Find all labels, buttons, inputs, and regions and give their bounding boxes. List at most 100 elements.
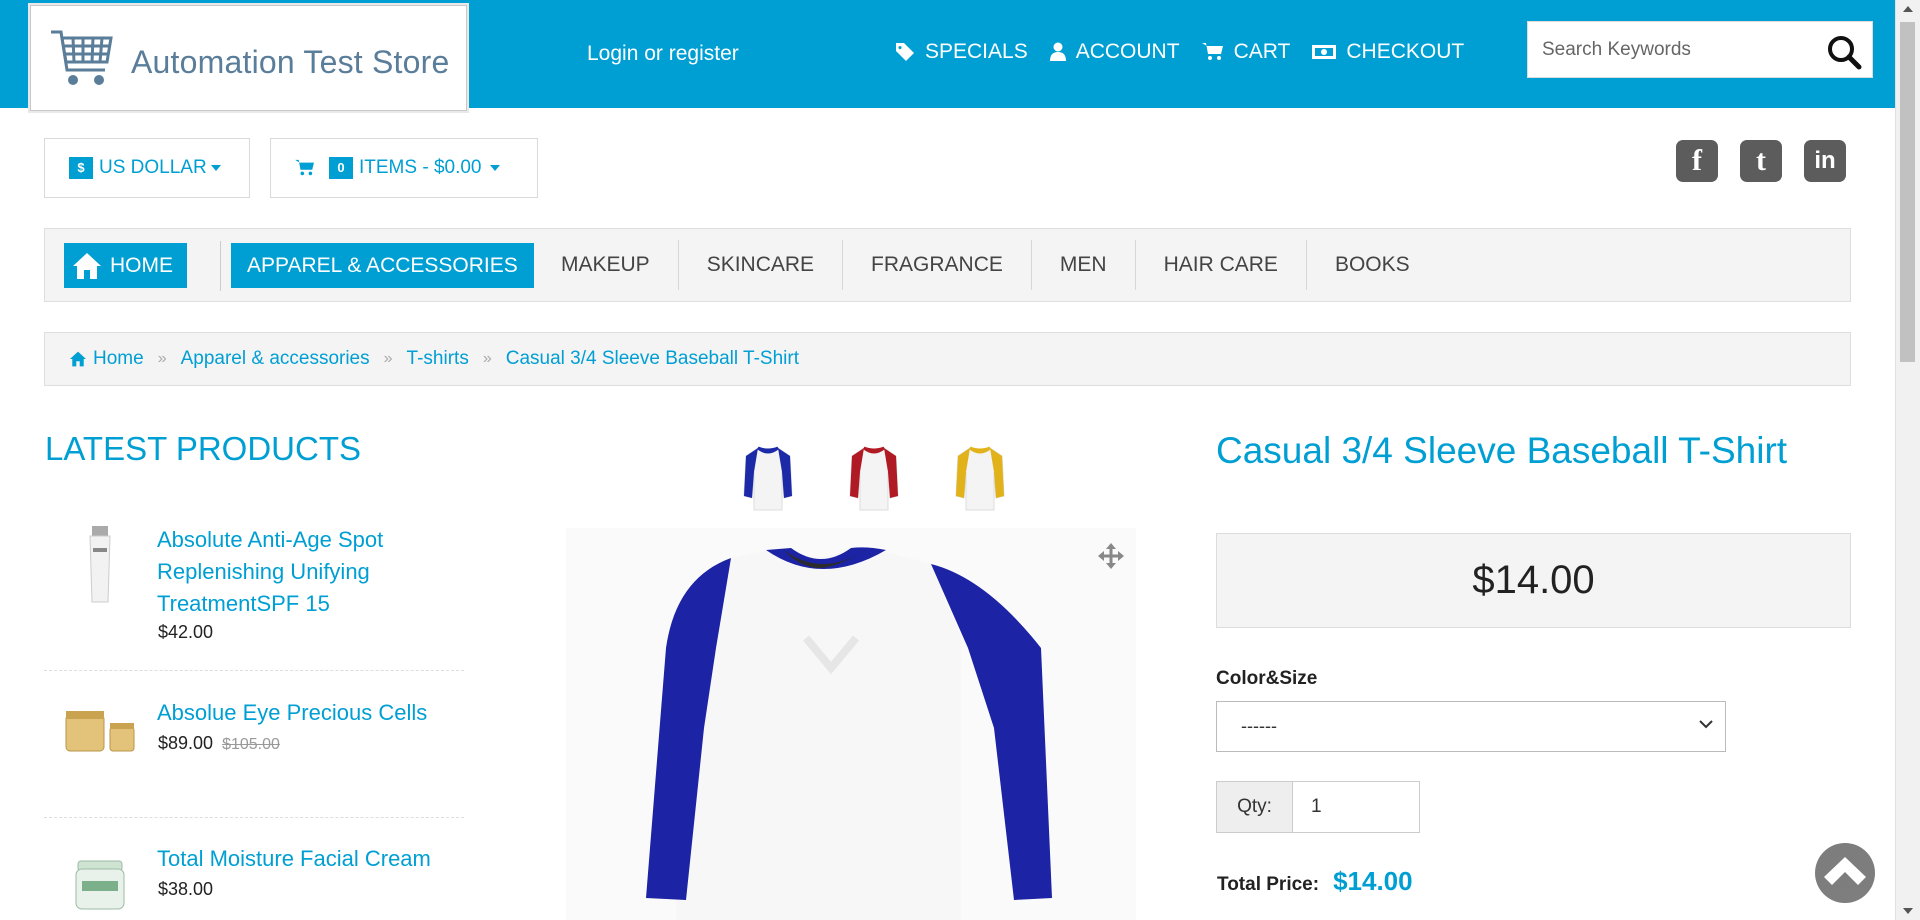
- twitter-label: t: [1756, 144, 1766, 177]
- qty-label: Qty:: [1216, 781, 1293, 833]
- quantity-field: Qty:: [1216, 781, 1420, 833]
- search-input[interactable]: [1542, 36, 1812, 64]
- scroll-down-arrow-icon[interactable]: [1903, 908, 1913, 914]
- total-label: Total Price:: [1217, 874, 1320, 895]
- category-home-label: HOME: [110, 253, 173, 277]
- user-icon: [1049, 42, 1066, 61]
- cart-count-badge: 0: [329, 157, 353, 179]
- cart-items-label: ITEMS - $0.00: [359, 157, 482, 178]
- menu-divider: [220, 241, 221, 291]
- cart-icon: [295, 159, 314, 176]
- qty-input[interactable]: [1293, 781, 1420, 833]
- cart-logo-icon: [51, 30, 113, 85]
- store-name: Automation Test Store: [131, 44, 450, 80]
- scrollbar-thumb[interactable]: [1900, 22, 1915, 362]
- breadcrumb: Home » Apparel & accessories » T-shirts …: [44, 332, 1851, 386]
- breadcrumb-current[interactable]: Casual 3/4 Sleeve Baseball T-Shirt: [506, 348, 799, 370]
- product-thumbnails: [742, 442, 1006, 514]
- breadcrumb-tshirts[interactable]: T-shirts: [407, 348, 469, 370]
- chevron-up-icon: [1824, 857, 1866, 885]
- product-price: $89.00 $105.00: [158, 733, 280, 754]
- category-home[interactable]: HOME: [64, 243, 187, 288]
- login-register-link[interactable]: Login or register: [587, 42, 739, 66]
- breadcrumb-home[interactable]: Home: [69, 348, 144, 370]
- thumbnail-yellow[interactable]: [954, 442, 1006, 514]
- chevron-down-icon: [1699, 720, 1713, 729]
- product-price: $14.00: [1472, 558, 1595, 602]
- scroll-to-top-button[interactable]: [1815, 843, 1875, 903]
- breadcrumb-apparel[interactable]: Apparel & accessories: [181, 348, 370, 370]
- product-price: $38.00: [158, 879, 214, 899]
- product-thumbnail[interactable]: [64, 697, 136, 757]
- move-icon[interactable]: [1098, 543, 1124, 569]
- linkedin-label: in: [1814, 147, 1836, 174]
- product-price: $42.00: [158, 622, 214, 642]
- divider: [44, 817, 464, 818]
- list-item: Absolue Eye Precious Cells $89.00 $105.0…: [44, 697, 464, 817]
- nav-cart[interactable]: CART: [1201, 40, 1291, 64]
- nav-specials-label: SPECIALS: [925, 40, 1028, 63]
- thumbnail-red[interactable]: [848, 442, 900, 514]
- search-box: [1527, 21, 1873, 78]
- product-name[interactable]: Absolue Eye Precious Cells: [157, 697, 457, 729]
- category-hair-care[interactable]: HAIR CARE: [1134, 240, 1306, 290]
- category-apparel[interactable]: APPAREL & ACCESSORIES: [231, 243, 534, 288]
- breadcrumb-home-label: Home: [93, 348, 144, 369]
- facebook-icon[interactable]: f: [1676, 140, 1718, 182]
- nav-checkout-label: CHECKOUT: [1346, 40, 1465, 63]
- mini-cart[interactable]: 0 ITEMS - $0.00: [270, 138, 538, 198]
- list-item: Absolute Anti-Age Spot Replenishing Unif…: [44, 524, 464, 664]
- select-value: ------: [1241, 716, 1277, 736]
- chevron-down-icon: [210, 165, 221, 171]
- category-skincare[interactable]: SKINCARE: [677, 240, 842, 290]
- nav-checkout[interactable]: CHECKOUT: [1312, 40, 1464, 64]
- latest-products-heading: LATEST PRODUCTS: [45, 430, 361, 467]
- current-price: $89.00: [158, 733, 214, 753]
- chevron-right-icon: »: [383, 350, 393, 367]
- nav-account[interactable]: ACCOUNT: [1049, 40, 1180, 64]
- chevron-right-icon: »: [157, 350, 167, 367]
- product-main-image[interactable]: [566, 528, 1136, 920]
- chevron-right-icon: »: [482, 350, 492, 367]
- page-scrollbar[interactable]: [1895, 0, 1920, 920]
- category-fragrance[interactable]: FRAGRANCE: [842, 240, 1031, 290]
- cart-icon: [1201, 43, 1223, 60]
- tshirt-image: [646, 547, 1052, 920]
- nav-cart-label: CART: [1233, 40, 1291, 63]
- home-icon: [73, 252, 101, 279]
- category-menu: HOME APPAREL & ACCESSORIES MAKEUP SKINCA…: [44, 228, 1851, 302]
- color-size-select[interactable]: ------: [1216, 701, 1726, 752]
- total-price: Total Price: $14.00: [1217, 866, 1413, 897]
- social-links: f t in: [1676, 140, 1846, 182]
- currency-selector[interactable]: $ US DOLLAR: [44, 138, 250, 198]
- store-logo[interactable]: Automation Test Store: [28, 3, 469, 113]
- search-icon[interactable]: [1826, 34, 1862, 70]
- divider: [44, 670, 464, 671]
- product-thumbnail[interactable]: [64, 524, 136, 606]
- money-icon: [1312, 45, 1337, 59]
- currency-label: US DOLLAR: [99, 157, 207, 178]
- total-value: $14.00: [1333, 866, 1413, 896]
- old-price: $105.00: [222, 736, 280, 753]
- product-name[interactable]: Total Moisture Facial Cream: [157, 843, 457, 875]
- scroll-up-arrow-icon[interactable]: [1903, 6, 1913, 12]
- list-item: Total Moisture Facial Cream $38.00: [44, 843, 464, 920]
- home-icon: [70, 351, 86, 367]
- linkedin-icon[interactable]: in: [1804, 140, 1846, 182]
- twitter-icon[interactable]: t: [1740, 140, 1782, 182]
- category-list: MAKEUP SKINCARE FRAGRANCE MEN HAIR CARE …: [535, 229, 1438, 301]
- chevron-down-icon: [489, 165, 500, 171]
- nav-specials[interactable]: SPECIALS: [895, 40, 1028, 64]
- product-price-box: $14.00: [1216, 533, 1851, 628]
- thumbnail-blue[interactable]: [742, 442, 794, 514]
- facebook-label: f: [1692, 144, 1702, 177]
- top-nav: SPECIALS ACCOUNT CART CHECKOUT: [895, 40, 1464, 64]
- category-books[interactable]: BOOKS: [1305, 240, 1438, 290]
- product-name[interactable]: Absolute Anti-Age Spot Replenishing Unif…: [157, 524, 457, 620]
- tag-icon: [896, 43, 914, 61]
- product-thumbnail[interactable]: [64, 857, 136, 917]
- category-men[interactable]: MEN: [1030, 240, 1135, 290]
- product-title: Casual 3/4 Sleeve Baseball T-Shirt: [1216, 430, 1788, 471]
- top-header: Automation Test Store Login or register …: [0, 0, 1895, 113]
- category-makeup[interactable]: MAKEUP: [535, 240, 678, 290]
